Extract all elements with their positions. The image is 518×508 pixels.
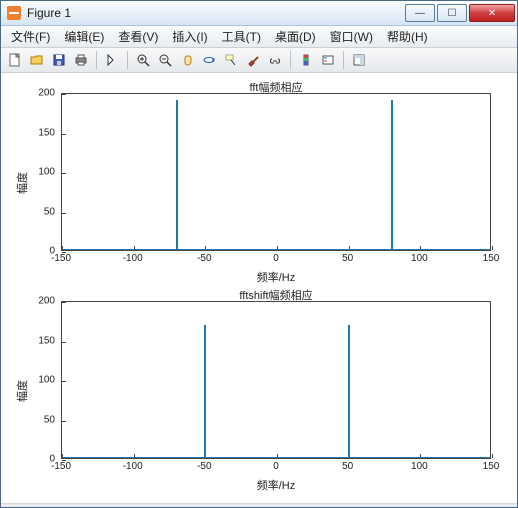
toolbar-separator xyxy=(343,51,344,69)
new-figure-icon[interactable] xyxy=(5,50,25,70)
x-tick-label: -100 xyxy=(123,461,143,472)
data-spike xyxy=(204,325,206,458)
x-tick-label: 150 xyxy=(483,253,500,264)
zoom-in-icon[interactable] xyxy=(133,50,153,70)
axes xyxy=(61,93,491,251)
edit-plot-icon[interactable] xyxy=(102,50,122,70)
y-tick-label: 150 xyxy=(38,127,55,138)
data-spike xyxy=(348,325,350,458)
link-icon[interactable] xyxy=(265,50,285,70)
menu-bar: 文件(F) 编辑(E) 查看(V) 插入(I) 工具(T) 桌面(D) 窗口(W… xyxy=(1,26,517,48)
menu-desktop[interactable]: 桌面(D) xyxy=(269,26,322,47)
menu-edit[interactable]: 编辑(E) xyxy=(58,26,110,47)
pan-icon[interactable] xyxy=(177,50,197,70)
plot-area: fft幅频相应 幅度 频率/Hz 050100150200 -150-100-5… xyxy=(1,73,517,503)
title-bar[interactable]: Figure 1 — ☐ ✕ xyxy=(1,1,517,26)
menu-window[interactable]: 窗口(W) xyxy=(324,26,379,47)
toolbar-separator xyxy=(290,51,291,69)
x-tick-label: -100 xyxy=(123,253,143,264)
x-tick-label: 50 xyxy=(342,253,353,264)
x-ticks: -150-100-50050100150 xyxy=(61,253,491,267)
y-tick-label: 200 xyxy=(38,88,55,99)
window-title: Figure 1 xyxy=(27,6,403,20)
brush-icon[interactable] xyxy=(243,50,263,70)
data-spike xyxy=(391,100,393,250)
subplot-1[interactable]: fft幅频相应 幅度 频率/Hz 050100150200 -150-100-5… xyxy=(7,79,509,287)
minimize-button[interactable]: — xyxy=(405,4,435,22)
y-tick-label: 50 xyxy=(44,414,55,425)
axes xyxy=(61,301,491,459)
toolbar xyxy=(1,48,517,73)
x-ticks: -150-100-50050100150 xyxy=(61,461,491,475)
toolbar-separator xyxy=(96,51,97,69)
status-strip xyxy=(1,503,517,507)
y-tick-label: 50 xyxy=(44,206,55,217)
subplot-2[interactable]: fftshift幅频相应 幅度 频率/Hz 050100150200 -150-… xyxy=(7,287,509,495)
toolbar-separator xyxy=(127,51,128,69)
x-tick-label: 100 xyxy=(411,461,428,472)
datacursor-icon[interactable] xyxy=(221,50,241,70)
x-tick-label: 0 xyxy=(273,253,279,264)
menu-file[interactable]: 文件(F) xyxy=(5,26,56,47)
open-icon[interactable] xyxy=(27,50,47,70)
x-tick-label: 150 xyxy=(483,461,500,472)
x-tick-label: -150 xyxy=(51,253,71,264)
hide-plot-tools-icon[interactable] xyxy=(349,50,369,70)
y-tick-label: 100 xyxy=(38,167,55,178)
baseline xyxy=(62,457,490,458)
menu-insert[interactable]: 插入(I) xyxy=(166,26,213,47)
x-axis-label: 频率/Hz xyxy=(61,269,491,285)
close-button[interactable]: ✕ xyxy=(469,4,515,22)
y-tick-label: 100 xyxy=(38,375,55,386)
app-icon xyxy=(7,6,21,20)
x-tick-label: -50 xyxy=(197,253,211,264)
y-ticks: 050100150200 xyxy=(7,301,57,459)
menu-help[interactable]: 帮助(H) xyxy=(381,26,434,47)
y-tick-label: 200 xyxy=(38,296,55,307)
maximize-button[interactable]: ☐ xyxy=(437,4,467,22)
y-tick-label: 150 xyxy=(38,335,55,346)
colorbar-icon[interactable] xyxy=(296,50,316,70)
x-tick-label: -150 xyxy=(51,461,71,472)
x-tick-label: 0 xyxy=(273,461,279,472)
baseline xyxy=(62,249,490,250)
save-icon[interactable] xyxy=(49,50,69,70)
x-tick-label: 100 xyxy=(411,253,428,264)
legend-icon[interactable] xyxy=(318,50,338,70)
menu-tools[interactable]: 工具(T) xyxy=(216,26,267,47)
rotate3d-icon[interactable] xyxy=(199,50,219,70)
y-ticks: 050100150200 xyxy=(7,93,57,251)
data-spike xyxy=(176,100,178,250)
zoom-out-icon[interactable] xyxy=(155,50,175,70)
print-icon[interactable] xyxy=(71,50,91,70)
x-tick-label: 50 xyxy=(342,461,353,472)
x-axis-label: 频率/Hz xyxy=(61,477,491,493)
window-controls: — ☐ ✕ xyxy=(403,4,515,22)
menu-view[interactable]: 查看(V) xyxy=(112,26,164,47)
figure-window: Figure 1 — ☐ ✕ 文件(F) 编辑(E) 查看(V) 插入(I) 工… xyxy=(0,0,518,508)
x-tick-label: -50 xyxy=(197,461,211,472)
